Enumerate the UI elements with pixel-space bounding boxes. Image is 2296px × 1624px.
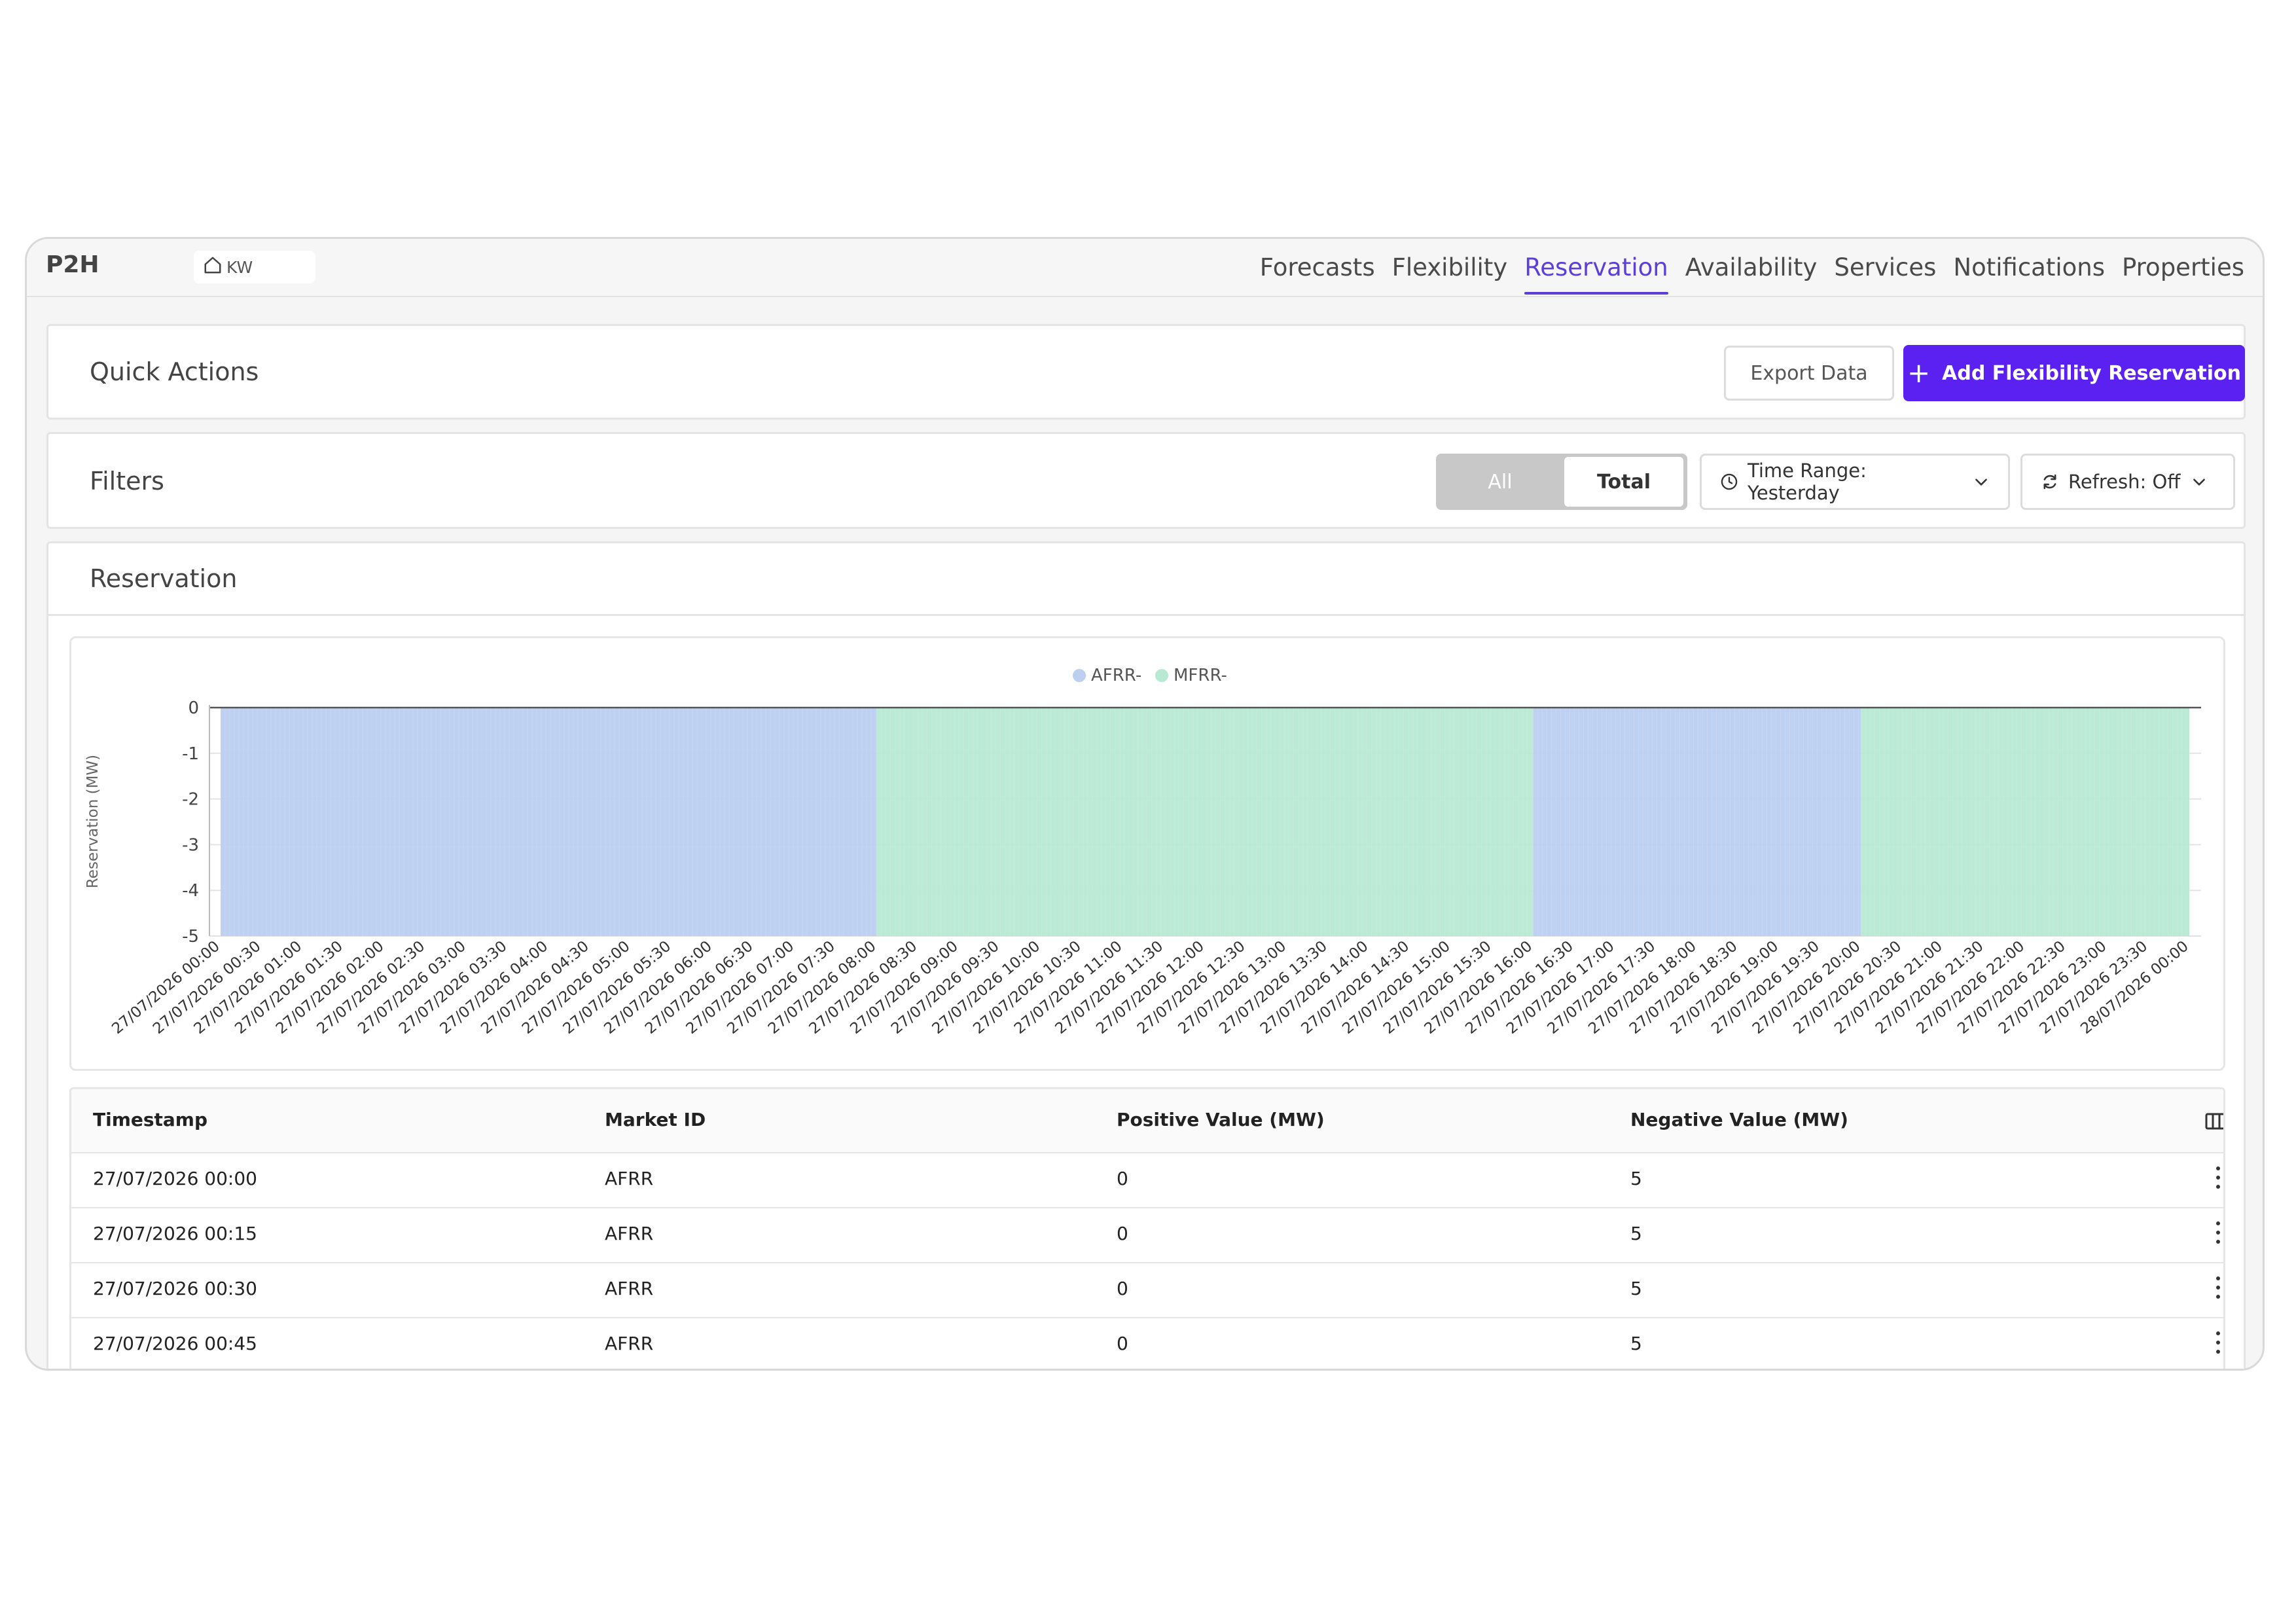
aggregation-toggle: All Total [1436, 454, 1687, 510]
cell-negative-value: 5 [1630, 1278, 1642, 1299]
column-header-positive-value[interactable]: Positive Value (MW) [1117, 1109, 1325, 1130]
unit-selector[interactable]: KW [194, 251, 315, 283]
row-menu-icon[interactable] [2215, 1221, 2221, 1244]
tab-reservation[interactable]: Reservation [1524, 239, 1668, 296]
area-segment-mfrr [876, 708, 1534, 936]
main-tabs: Forecasts Flexibility Reservation Availa… [1243, 239, 2244, 296]
segment-all[interactable]: All [1436, 454, 1564, 510]
column-header-market-id[interactable]: Market ID [605, 1109, 706, 1130]
area-segment-afrr [221, 708, 877, 936]
cell-timestamp: 27/07/2026 00:00 [93, 1168, 257, 1189]
reservation-header: Reservation [48, 543, 2244, 616]
column-header-timestamp[interactable]: Timestamp [93, 1109, 207, 1130]
cell-negative-value: 5 [1630, 1223, 1642, 1244]
reservation-card: Reservation 0 -1 -2 -3 -4 -5 27/07/2026 00:00 2… [46, 541, 2246, 1369]
refresh-label: Refresh: Off [2068, 471, 2181, 493]
legend-marker [1073, 669, 1086, 682]
filters-title: Filters [90, 467, 164, 496]
cell-market-id: AFRR [605, 1278, 654, 1299]
cell-market-id: AFRR [605, 1333, 654, 1354]
filters-card: Filters All Total Time Range: Yesterday … [46, 432, 2246, 529]
chevron-down-icon [1973, 473, 1990, 490]
column-header-negative-value[interactable]: Negative Value (MW) [1630, 1109, 1848, 1130]
area-segment-afrr [1533, 708, 1861, 936]
table-row[interactable]: 27/07/2026 00:45 AFRR 0 5 [71, 1317, 2223, 1369]
time-range-label: Time Range: Yesterday [1748, 460, 1867, 504]
plus-icon: + [1907, 357, 1931, 389]
quick-actions-title: Quick Actions [90, 357, 259, 386]
y-tick-label: -4 [182, 881, 199, 901]
reservation-chart: 0 -1 -2 -3 -4 -5 27/07/2026 00:00 27/07/2026 00… [69, 636, 2225, 1071]
top-bar: P2H KW Forecasts Flexibility Reservation… [27, 239, 2263, 297]
home-icon [203, 255, 226, 279]
columns-icon[interactable] [2205, 1113, 2223, 1132]
unit-label: KW [226, 257, 253, 277]
y-axis-label: Reservation (MW) [84, 755, 101, 888]
y-tick-label: 0 [188, 698, 199, 718]
cell-positive-value: 0 [1117, 1168, 1128, 1189]
add-reservation-label: Add Flexibility Reservation [1942, 361, 2242, 385]
tab-forecasts[interactable]: Forecasts [1260, 239, 1375, 296]
area-segment-mfrr [1861, 708, 2189, 936]
cell-market-id: AFRR [605, 1223, 654, 1244]
app-title: P2H [46, 251, 99, 278]
cell-positive-value: 0 [1117, 1223, 1128, 1244]
clock-icon [1720, 473, 1738, 491]
cell-timestamp: 27/07/2026 00:15 [93, 1223, 257, 1244]
chevron-down-icon [2191, 473, 2208, 490]
tab-availability[interactable]: Availability [1685, 239, 1818, 296]
quick-actions-card: Quick Actions Export Data + Add Flexibil… [46, 324, 2246, 420]
cell-market-id: AFRR [605, 1168, 654, 1189]
time-range-dropdown[interactable]: Time Range: Yesterday [1700, 454, 2010, 510]
table-row[interactable]: 27/07/2026 00:30 AFRR 0 5 [71, 1262, 2223, 1318]
row-menu-icon[interactable] [2215, 1166, 2221, 1189]
cell-positive-value: 0 [1117, 1278, 1128, 1299]
table-row[interactable]: 27/07/2026 00:15 AFRR 0 5 [71, 1207, 2223, 1263]
y-tick-label: -2 [182, 790, 199, 810]
row-menu-icon[interactable] [2215, 1331, 2221, 1354]
refresh-dropdown[interactable]: Refresh: Off [2020, 454, 2235, 510]
table-row[interactable]: 27/07/2026 00:00 AFRR 0 5 [71, 1152, 2223, 1208]
cell-timestamp: 27/07/2026 00:30 [93, 1278, 257, 1299]
cell-negative-value: 5 [1630, 1333, 1642, 1354]
tab-flexibility[interactable]: Flexibility [1392, 239, 1508, 296]
segment-total[interactable]: Total [1564, 457, 1683, 507]
reservation-title: Reservation [90, 564, 238, 593]
tab-services[interactable]: Services [1834, 239, 1936, 296]
cell-negative-value: 5 [1630, 1168, 1642, 1189]
app-window: P2H KW Forecasts Flexibility Reservation… [25, 237, 2265, 1371]
export-data-button[interactable]: Export Data [1724, 346, 1894, 401]
tab-notifications[interactable]: Notifications [1953, 239, 2105, 296]
table-header: Timestamp Market ID Positive Value (MW) … [71, 1089, 2223, 1153]
tab-properties[interactable]: Properties [2122, 239, 2244, 296]
refresh-icon [2041, 473, 2059, 491]
legend-marker [1155, 669, 1168, 682]
y-tick-label: -3 [182, 835, 199, 855]
y-tick-label: -1 [182, 744, 199, 764]
reservation-table: Timestamp Market ID Positive Value (MW) … [69, 1087, 2225, 1369]
reservation-chart-svg: 0-1-2-3-4-527/07/2026 00:0027/07/2026 00… [84, 666, 2201, 1038]
cell-timestamp: 27/07/2026 00:45 [93, 1333, 257, 1354]
y-tick-label: -5 [182, 927, 199, 947]
row-menu-icon[interactable] [2215, 1276, 2221, 1299]
legend-label: MFRR- [1174, 666, 1227, 685]
legend-label: AFRR- [1091, 666, 1141, 685]
cell-positive-value: 0 [1117, 1333, 1128, 1354]
add-flexibility-reservation-button[interactable]: + Add Flexibility Reservation [1903, 345, 2245, 401]
